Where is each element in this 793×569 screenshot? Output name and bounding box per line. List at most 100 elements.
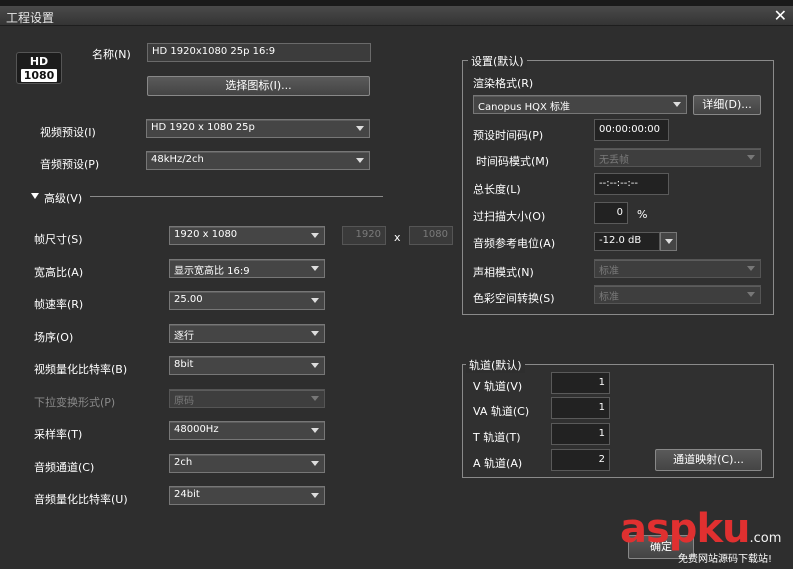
color-space-select[interactable]: 标准 — [594, 285, 761, 304]
chevron-down-icon — [311, 233, 319, 238]
frame-rate-select[interactable]: 25.00 — [169, 291, 325, 310]
total-length-label: 总长度(L) — [473, 183, 521, 196]
dialog-title: 工程设置 — [6, 11, 55, 25]
audio-channels-label: 音频通道(C) — [34, 461, 95, 474]
video-preset-select[interactable]: HD 1920 x 1080 25p — [146, 119, 370, 138]
hd-logo-line2: 1080 — [21, 69, 57, 82]
render-format-select[interactable]: Canopus HQX 标准 — [473, 95, 687, 114]
settings-group-title: 设置(默认) — [468, 53, 527, 69]
audio-preset-value: 48kHz/2ch — [151, 154, 204, 165]
audio-bit-value: 24bit — [174, 489, 200, 500]
color-space-value: 标准 — [599, 292, 619, 303]
overscan-label: 过扫描大小(O) — [473, 210, 546, 223]
watermark-tagline: 免费网站源码下载站! — [678, 554, 773, 565]
chevron-down-icon — [311, 331, 319, 336]
field-order-label: 场序(O) — [34, 331, 74, 344]
watermark-logo: aspku.com — [620, 506, 790, 554]
render-format-value: Canopus HQX 标准 — [478, 102, 571, 113]
hd-logo-line1: HD — [29, 55, 49, 68]
chevron-down-icon — [311, 298, 319, 303]
chevron-down-icon — [747, 155, 755, 160]
frame-size-label: 帧尺寸(S) — [34, 233, 83, 246]
tracks-group-title: 轨道(默认) — [466, 357, 525, 373]
hd-1080-icon[interactable]: HD 1080 — [16, 52, 62, 84]
sample-rate-value: 48000Hz — [174, 424, 219, 435]
advanced-divider — [90, 196, 383, 197]
aspect-select[interactable]: 显示宽高比 16:9 — [169, 259, 325, 278]
a-track-label: A 轨道(A) — [473, 457, 523, 470]
frame-size-select[interactable]: 1920 x 1080 — [169, 226, 325, 245]
pan-mode-value: 标准 — [599, 266, 619, 277]
pan-mode-label: 声相模式(N) — [473, 266, 534, 279]
chevron-down-icon — [356, 126, 364, 131]
frame-height-input[interactable]: 1080 — [409, 226, 453, 245]
video-bit-value: 8bit — [174, 359, 194, 370]
pulldown-value: 原码 — [174, 396, 194, 407]
pan-mode-select[interactable]: 标准 — [594, 259, 761, 278]
aspect-value: 显示宽高比 16:9 — [174, 266, 250, 277]
chevron-down-icon — [665, 239, 673, 244]
chevron-down-icon — [311, 461, 319, 466]
va-track-label: VA 轨道(C) — [473, 405, 530, 418]
preset-timecode-input[interactable]: 00:00:00:00 — [594, 119, 669, 141]
timecode-mode-label: 时间码模式(M) — [476, 155, 550, 168]
overscan-unit: % — [637, 208, 648, 221]
frame-rate-value: 25.00 — [174, 294, 203, 305]
audio-preset-select[interactable]: 48kHz/2ch — [146, 151, 370, 170]
video-bit-label: 视频量化比特率(B) — [34, 363, 128, 376]
frame-rate-label: 帧速率(R) — [34, 298, 84, 311]
watermark-brand-b: ku — [696, 506, 750, 552]
frame-size-value: 1920 x 1080 — [174, 229, 238, 240]
v-track-input[interactable]: 1 — [551, 372, 610, 394]
audio-preset-label: 音频预设(P) — [40, 158, 100, 171]
va-track-input[interactable]: 1 — [551, 397, 610, 419]
dialog-titlebar: 工程设置 ✕ — [0, 6, 793, 26]
frame-size-x: x — [394, 231, 401, 244]
frame-width-input[interactable]: 1920 — [342, 226, 386, 245]
audio-bit-label: 音频量化比特率(U) — [34, 493, 128, 506]
total-length-input[interactable]: --:--:--:-- — [594, 173, 669, 195]
watermark-brand-c: .com — [749, 531, 782, 546]
chevron-down-icon — [747, 292, 755, 297]
v-track-label: V 轨道(V) — [473, 380, 523, 393]
aspect-label: 宽高比(A) — [34, 266, 84, 279]
audio-ref-input[interactable]: -12.0 dB — [594, 232, 660, 251]
field-order-select[interactable]: 逐行 — [169, 324, 325, 343]
audio-channels-value: 2ch — [174, 457, 193, 468]
t-track-input[interactable]: 1 — [551, 423, 610, 445]
chevron-down-icon — [311, 493, 319, 498]
render-format-label: 渲染格式(R) — [473, 77, 534, 90]
choose-icon-button[interactable]: 选择图标(I)... — [147, 76, 370, 96]
video-preset-label: 视频预设(I) — [40, 126, 96, 139]
timecode-mode-select[interactable]: 无丢帧 — [594, 148, 761, 167]
audio-ref-dropdown[interactable] — [660, 232, 677, 251]
color-space-label: 色彩空间转换(S) — [473, 292, 555, 305]
pulldown-select[interactable]: 原码 — [169, 389, 325, 408]
overscan-input[interactable]: 0 — [594, 202, 628, 224]
audio-channels-select[interactable]: 2ch — [169, 454, 325, 473]
chevron-down-icon — [673, 102, 681, 107]
chevron-down-icon — [747, 266, 755, 271]
sample-rate-label: 采样率(T) — [34, 428, 83, 441]
name-input[interactable]: HD 1920x1080 25p 16:9 — [147, 43, 371, 62]
audio-ref-label: 音频参考电位(A) — [473, 237, 556, 250]
collapse-triangle-icon[interactable] — [31, 193, 39, 199]
audio-bit-select[interactable]: 24bit — [169, 486, 325, 505]
close-icon[interactable]: ✕ — [774, 6, 787, 26]
chevron-down-icon — [311, 396, 319, 401]
sample-rate-select[interactable]: 48000Hz — [169, 421, 325, 440]
chevron-down-icon — [311, 428, 319, 433]
timecode-mode-value: 无丢帧 — [599, 155, 629, 166]
a-track-input[interactable]: 2 — [551, 449, 610, 471]
video-bit-select[interactable]: 8bit — [169, 356, 325, 375]
video-preset-value: HD 1920 x 1080 25p — [151, 122, 255, 133]
name-label: 名称(N) — [92, 48, 131, 61]
t-track-label: T 轨道(T) — [473, 431, 521, 444]
preset-timecode-label: 预设时间码(P) — [473, 129, 544, 142]
watermark-brand-a: asp — [620, 506, 697, 552]
advanced-label[interactable]: 高级(V) — [44, 190, 82, 206]
chevron-down-icon — [356, 158, 364, 163]
chevron-down-icon — [311, 266, 319, 271]
details-button[interactable]: 详细(D)... — [693, 95, 761, 115]
channel-map-button[interactable]: 通道映射(C)... — [655, 449, 762, 471]
